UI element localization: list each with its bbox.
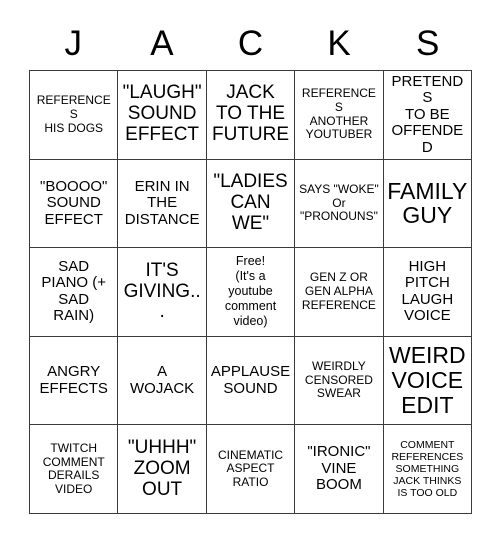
bingo-cell-r3c3[interactable]: WEIRDLY CENSORED SWEAR xyxy=(295,336,384,426)
bingo-cell-r0c4[interactable]: PRETENDS TO BE OFFENDED xyxy=(383,71,473,160)
bingo-cell-r3c1[interactable]: A WOJACK xyxy=(118,336,207,426)
bingo-row: TWITCH COMMENT DERAILS VIDEO "UHHH" ZOOM… xyxy=(30,425,473,514)
bingo-cell-label: COMMENT REFERENCES SOMETHING JACK THINKS… xyxy=(391,438,464,500)
bingo-cell-label: "LADIES CAN WE" xyxy=(213,171,288,234)
bingo-cell-r4c3[interactable]: "IRONIC" VINE BOOM xyxy=(295,425,384,514)
bingo-cell-label: "UHHH" ZOOM OUT xyxy=(127,436,197,500)
bingo-row: REFERENCES HIS DOGS "LAUGH" SOUND EFFECT… xyxy=(30,71,473,160)
bingo-cell-r2c3[interactable]: GEN Z OR GEN ALPHA REFERENCE xyxy=(295,248,384,337)
header-letter-2: C xyxy=(237,23,264,63)
bingo-cell-r4c0[interactable]: TWITCH COMMENT DERAILS VIDEO xyxy=(30,425,119,514)
bingo-cell-label: FAMILY GUY xyxy=(387,177,468,229)
bingo-cell-label: "IRONIC" VINE BOOM xyxy=(307,443,371,494)
bingo-row: SAD PIANO (+ SAD RAIN) IT'S GIVING... Fr… xyxy=(30,248,473,337)
header-letter-4: S xyxy=(415,23,440,63)
bingo-cell-r0c0[interactable]: REFERENCES HIS DOGS xyxy=(30,71,119,160)
bingo-cell-label: SAD PIANO (+ SAD RAIN) xyxy=(41,257,106,325)
bingo-cell-label: IT'S GIVING... xyxy=(123,259,201,323)
bingo-cell-r1c4[interactable]: FAMILY GUY xyxy=(383,159,473,249)
bingo-header-row: J A C K S xyxy=(29,16,472,70)
bingo-cell-r0c2[interactable]: JACK TO THE FUTURE xyxy=(206,71,296,160)
bingo-cell-label: WEIRD VOICE EDIT xyxy=(388,342,466,418)
bingo-cell-r1c0[interactable]: "BOOOO" SOUND EFFECT xyxy=(30,159,119,249)
bingo-cell-r3c4[interactable]: WEIRD VOICE EDIT xyxy=(383,336,473,426)
bingo-cell-label: SAYS "WOKE" Or "PRONOUNS" xyxy=(299,181,379,224)
header-letter-3: K xyxy=(327,23,351,63)
bingo-cell-r0c1[interactable]: "LAUGH" SOUND EFFECT xyxy=(118,71,207,160)
bingo-grid: REFERENCES HIS DOGS "LAUGH" SOUND EFFECT… xyxy=(29,70,473,514)
bingo-cell-r2c0[interactable]: SAD PIANO (+ SAD RAIN) xyxy=(30,248,119,337)
bingo-cell-r4c1[interactable]: "UHHH" ZOOM OUT xyxy=(118,425,207,514)
bingo-cell-label: APPLAUSE SOUND xyxy=(210,363,291,397)
bingo-cell-r0c3[interactable]: REFERENCES ANOTHER YOUTUBER xyxy=(295,71,384,160)
bingo-card: J A C K S REFERENCES HIS DOGS "LAUGH" SO… xyxy=(29,16,473,514)
bingo-cell-label: REFERENCES ANOTHER YOUTUBER xyxy=(301,86,376,142)
bingo-cell-r1c3[interactable]: SAYS "WOKE" Or "PRONOUNS" xyxy=(295,159,384,249)
bingo-cell-label: CINEMATIC ASPECT RATIO xyxy=(217,447,284,489)
bingo-cell-r2c4[interactable]: HIGH PITCH LAUGH VOICE xyxy=(383,248,473,337)
bingo-cell-label: Free! (It's a youtube comment video) xyxy=(224,254,277,329)
header-letter-1: A xyxy=(150,23,174,63)
bingo-cell-label: ERIN IN THE DISTANCE xyxy=(124,177,200,228)
bingo-cell-r4c4[interactable]: COMMENT REFERENCES SOMETHING JACK THINKS… xyxy=(383,425,473,514)
bingo-cell-r4c2[interactable]: CINEMATIC ASPECT RATIO xyxy=(206,425,296,514)
bingo-cell-label: ANGRY EFFECTS xyxy=(39,363,108,397)
bingo-cell-label: PRETENDS TO BE OFFENDED xyxy=(391,72,464,156)
bingo-cell-label: "LAUGH" SOUND EFFECT xyxy=(122,82,202,146)
bingo-cell-free-space[interactable]: Free! (It's a youtube comment video) xyxy=(206,248,296,337)
bingo-cell-r3c0[interactable]: ANGRY EFFECTS xyxy=(30,336,119,426)
bingo-cell-label: REFERENCES HIS DOGS xyxy=(36,93,111,135)
bingo-row: ANGRY EFFECTS A WOJACK APPLAUSE SOUND WE… xyxy=(30,336,473,426)
bingo-cell-label: JACK TO THE FUTURE xyxy=(211,82,290,146)
bingo-cell-r1c2[interactable]: "LADIES CAN WE" xyxy=(206,159,296,249)
bingo-cell-r1c1[interactable]: ERIN IN THE DISTANCE xyxy=(118,159,207,249)
bingo-cell-label: WEIRDLY CENSORED SWEAR xyxy=(304,359,373,401)
bingo-cell-label: GEN Z OR GEN ALPHA REFERENCE xyxy=(301,270,376,312)
bingo-cell-label: A WOJACK xyxy=(130,363,195,397)
bingo-cell-label: HIGH PITCH LAUGH VOICE xyxy=(401,257,454,325)
bingo-cell-r2c1[interactable]: IT'S GIVING... xyxy=(118,248,207,337)
bingo-cell-label: "BOOOO" SOUND EFFECT xyxy=(40,177,108,228)
header-letter-0: J xyxy=(64,23,83,63)
bingo-cell-label: TWITCH COMMENT DERAILS VIDEO xyxy=(42,440,105,496)
bingo-row: "BOOOO" SOUND EFFECT ERIN IN THE DISTANC… xyxy=(30,159,473,249)
bingo-cell-r3c2[interactable]: APPLAUSE SOUND xyxy=(206,336,296,426)
